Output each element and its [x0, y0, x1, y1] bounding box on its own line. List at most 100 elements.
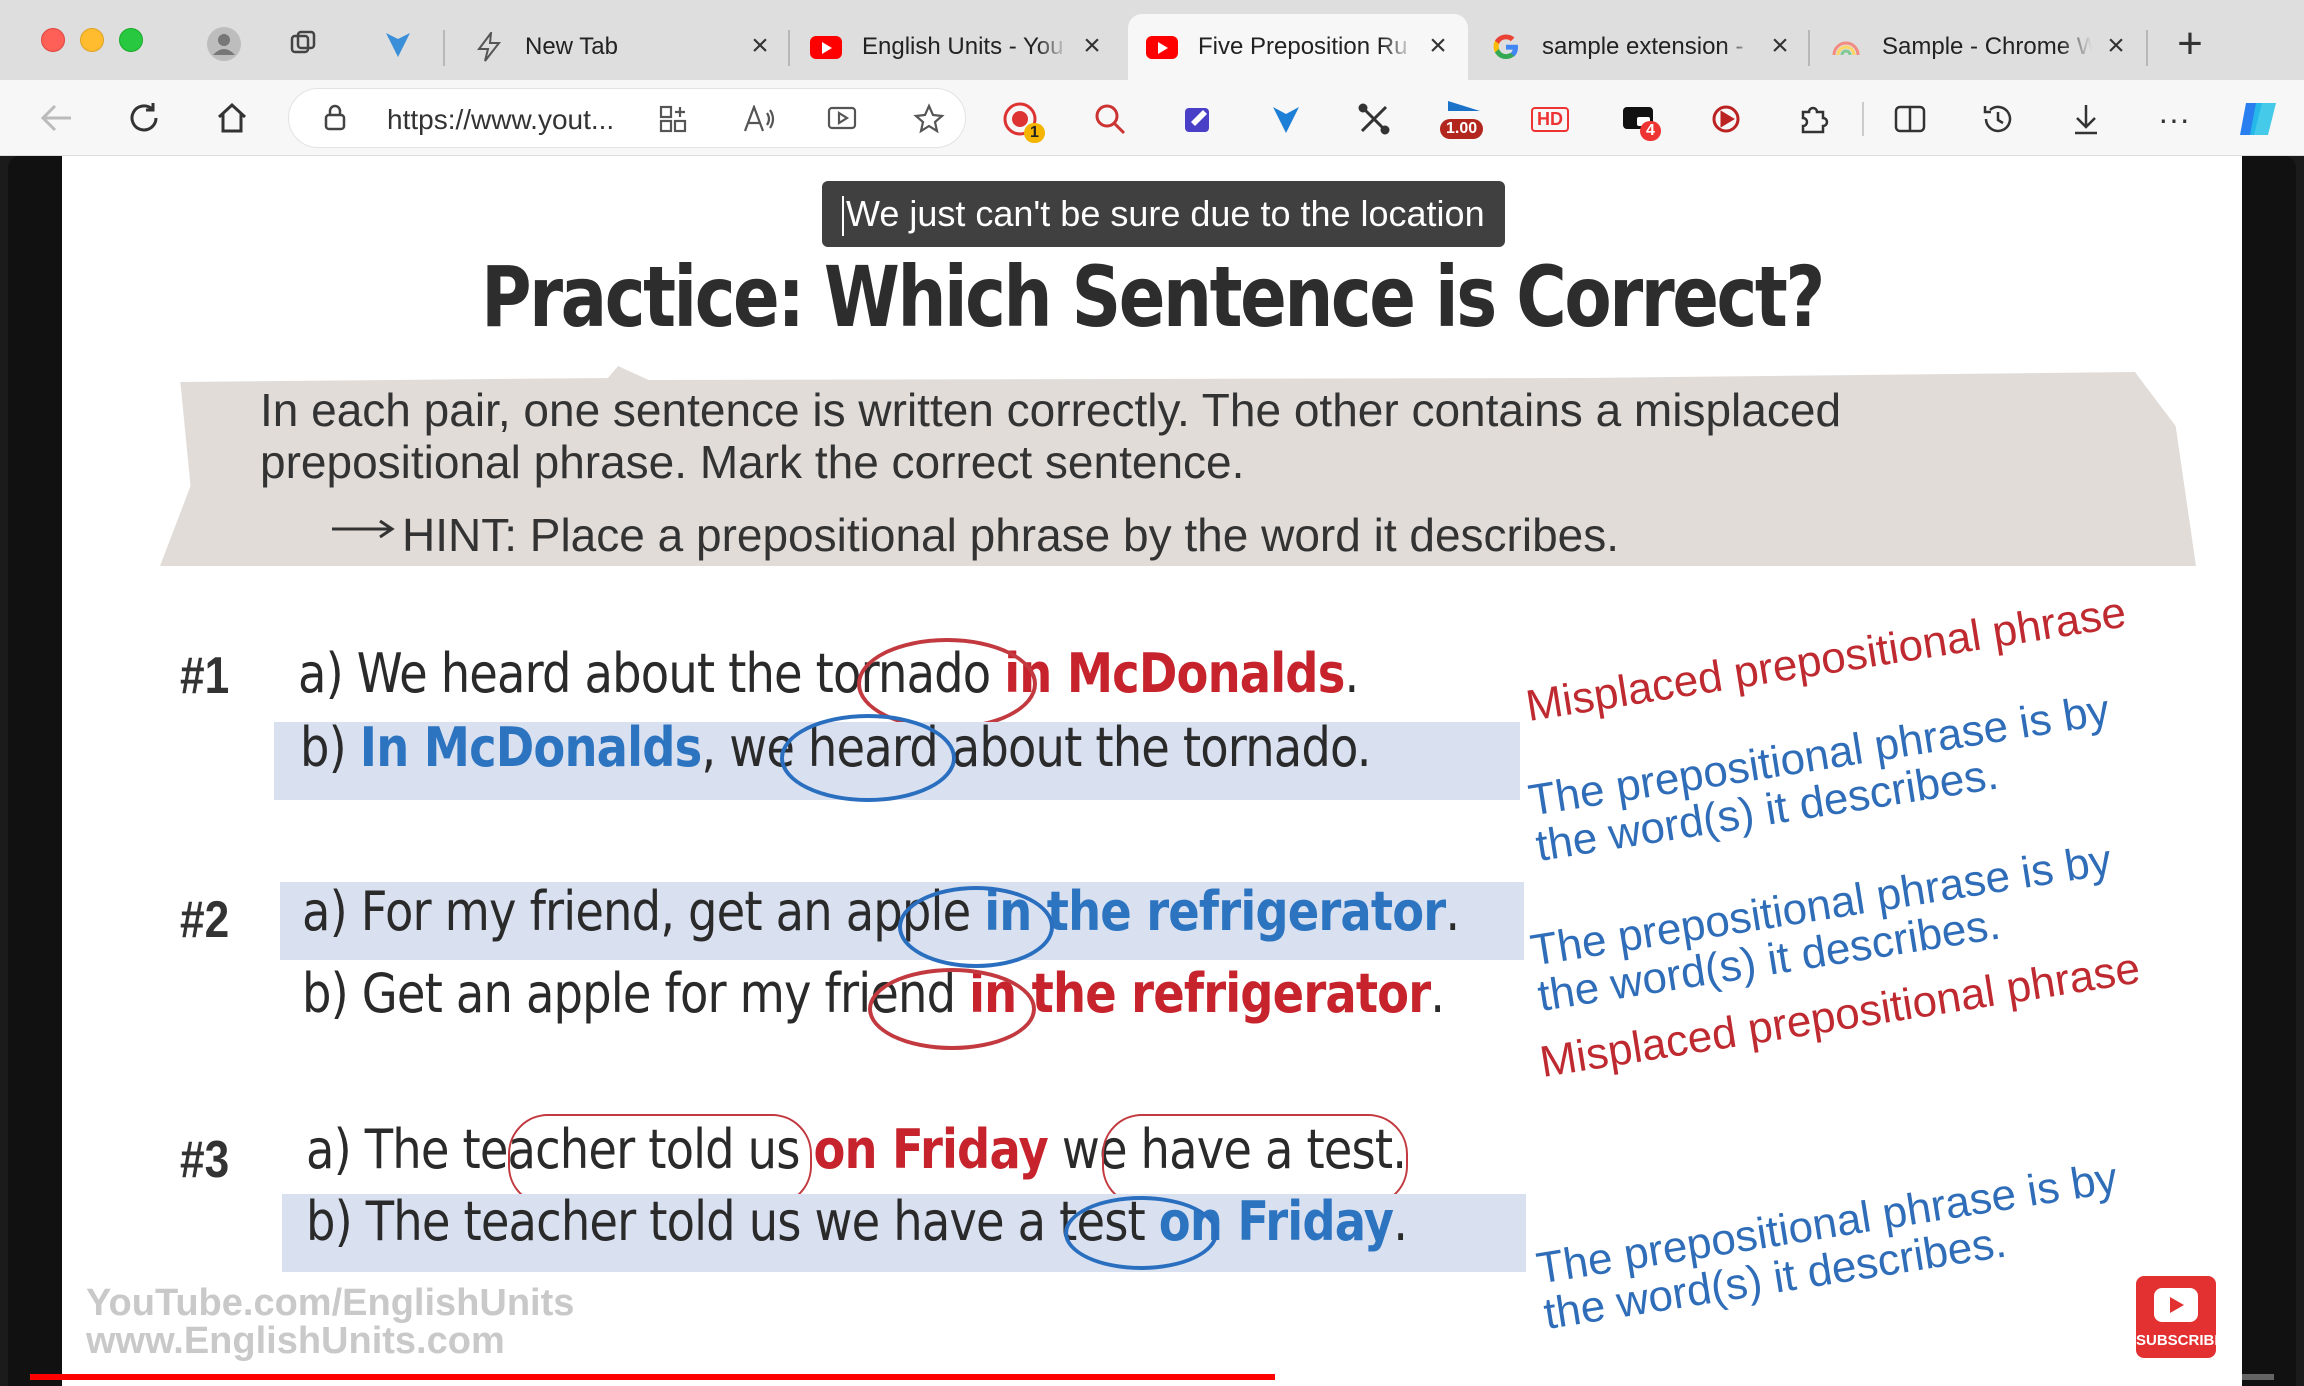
word-circle-friend	[868, 968, 1036, 1050]
extension-badge: 1	[1024, 123, 1045, 143]
tab-close-icon[interactable]: ×	[748, 31, 772, 61]
slide-title: Practice: Which Sentence is Correct?	[481, 248, 1825, 346]
tab-english-units[interactable]: English Units - You ×	[792, 14, 1122, 80]
misplaced-phrase: in McDonalds	[1004, 642, 1345, 705]
read-aloud-icon[interactable]	[741, 101, 777, 137]
caption-text: We just can't be sure due to the locatio…	[846, 193, 1485, 234]
split-screen-icon[interactable]	[1888, 97, 1932, 141]
youtube-play-icon	[2154, 1288, 2198, 1322]
tab-strip: New Tab × English Units - You × Five Pre…	[0, 0, 2304, 80]
copilot-icon[interactable]	[2236, 97, 2280, 141]
navigation-toolbar: https://www.yout... 1 1.00 HD 4 ···	[0, 80, 2304, 156]
workspaces-icon[interactable]	[284, 24, 324, 64]
video-progress-fill	[30, 1374, 1276, 1380]
media-control-icon[interactable]	[825, 101, 861, 137]
tab-capture-extension-icon[interactable]	[1704, 97, 1748, 141]
tab-sample-extension[interactable]: sample extension - ×	[1472, 14, 1810, 80]
sentence-3b: b) The teacher told us we have a test on…	[306, 1190, 1408, 1253]
tab-title: Five Preposition Ru	[1198, 33, 1408, 60]
tab-title: English Units - You	[862, 33, 1064, 60]
option-label: a)	[306, 1118, 352, 1181]
google-icon	[1490, 31, 1522, 63]
sentence-1a: a) We heard about the tornado in McDonal…	[298, 642, 1359, 705]
maximize-window-button[interactable]	[119, 28, 143, 52]
option-label: b)	[302, 962, 349, 1025]
vpn-icon[interactable]	[378, 24, 418, 64]
video-player[interactable]: We just can't be sure due to the locatio…	[8, 156, 2296, 1386]
tab-close-icon[interactable]: ×	[1768, 31, 1792, 61]
hint-text: HINT: Place a prepositional phrase by th…	[402, 509, 1620, 561]
word-circle-apple	[898, 886, 1054, 968]
vpn-extension-icon[interactable]	[1264, 97, 1308, 141]
tab-close-icon[interactable]: ×	[2104, 31, 2128, 61]
shuffle-extension-icon[interactable]	[1352, 97, 1396, 141]
notes-extension-icon[interactable]	[1176, 97, 1220, 141]
apps-grid-icon[interactable]	[655, 101, 691, 137]
lock-icon[interactable]	[323, 103, 347, 138]
word-circle-test	[1064, 1196, 1218, 1270]
new-tab-plus-icon[interactable]: +	[2170, 19, 2210, 68]
watermark-line: YouTube.com/EnglishUnits	[86, 1282, 575, 1324]
sentence-text: For my friend, get an apple	[360, 880, 971, 943]
sentence-punctuation: .	[1445, 880, 1460, 943]
option-label: a)	[302, 880, 348, 943]
tab-close-icon[interactable]: ×	[1426, 31, 1450, 61]
screen-recorder-extension-icon[interactable]: 1	[998, 97, 1045, 143]
sentence-punctuation: .	[1393, 1190, 1408, 1253]
picture-in-picture-extension-icon[interactable]: 4	[1616, 97, 1661, 141]
tab-title: New Tab	[525, 33, 618, 60]
minimize-window-button[interactable]	[80, 28, 104, 52]
profile-icon[interactable]	[204, 24, 244, 64]
instructions-text: In each pair, one sentence is written co…	[260, 384, 1842, 488]
extension-badge: 4	[1640, 121, 1661, 141]
hd-label: HD	[1531, 106, 1569, 132]
tab-title: sample extension -	[1542, 33, 1744, 60]
more-options-icon[interactable]: ···	[2152, 97, 2196, 141]
address-bar[interactable]: https://www.yout...	[288, 88, 966, 148]
misplaced-phrase: in the refrigerator	[969, 962, 1431, 1025]
sentence-text: The teacher told us we have a test	[365, 1190, 1146, 1253]
history-icon[interactable]	[1976, 97, 2020, 141]
misplaced-phrase: on Friday	[813, 1118, 1049, 1181]
url-text[interactable]: https://www.yout...	[387, 104, 614, 136]
tab-sample-chrome[interactable]: Sample - Chrome W ×	[1812, 14, 2146, 80]
watermark-line: www.EnglishUnits.com	[86, 1320, 505, 1362]
word-circle-heard	[780, 714, 956, 802]
video-progress-bar[interactable]	[30, 1374, 2274, 1380]
note-correct: The prepositional phrase is by the word(…	[1533, 1153, 2121, 1339]
favorite-star-icon[interactable]	[911, 101, 947, 137]
bolt-icon	[473, 31, 505, 63]
question-number: #1	[180, 647, 230, 705]
channel-watermark: YouTube.com/EnglishUnits www.EnglishUnit…	[86, 1284, 574, 1360]
tab-title: Sample - Chrome W	[1882, 33, 2092, 60]
close-window-button[interactable]	[41, 28, 65, 52]
option-label: b)	[300, 716, 347, 779]
youtube-icon	[1146, 31, 1178, 63]
playback-speed-extension-icon[interactable]: 1.00	[1440, 97, 1490, 141]
rainbow-icon	[1830, 31, 1862, 63]
subscribe-label: SUBSCRIBE	[2136, 1332, 2225, 1349]
sentence-2a: a) For my friend, get an apple in the re…	[302, 880, 1460, 943]
hint-arrow-icon	[332, 519, 395, 539]
search-zoom-extension-icon[interactable]	[1088, 97, 1132, 141]
tab-new-tab[interactable]: New Tab ×	[455, 14, 790, 80]
option-label: a)	[298, 642, 344, 705]
question-number: #2	[180, 891, 230, 949]
question-number: #3	[180, 1131, 230, 1189]
correct-phrase: In McDonalds	[359, 716, 702, 779]
browser-chrome: New Tab × English Units - You × Five Pre…	[0, 0, 2304, 156]
back-arrow-icon[interactable]	[32, 94, 80, 142]
subscribe-button[interactable]: SUBSCRIBE	[2136, 1276, 2225, 1358]
youtube-icon	[810, 31, 842, 63]
home-icon[interactable]	[208, 94, 256, 142]
sentence-text: Get an apple for my friend	[361, 962, 956, 1025]
closed-caption: We just can't be sure due to the locatio…	[822, 181, 1505, 247]
correct-phrase: in the refrigerator	[984, 880, 1446, 943]
extensions-puzzle-icon[interactable]	[1792, 97, 1836, 141]
hd-extension-icon[interactable]: HD	[1528, 97, 1572, 141]
sentence-punctuation: .	[1344, 642, 1359, 705]
tab-close-icon[interactable]: ×	[1080, 31, 1104, 61]
tab-five-preposition-rules[interactable]: Five Preposition Ru ×	[1128, 14, 1468, 80]
downloads-icon[interactable]	[2064, 97, 2108, 141]
refresh-icon[interactable]	[120, 94, 168, 142]
